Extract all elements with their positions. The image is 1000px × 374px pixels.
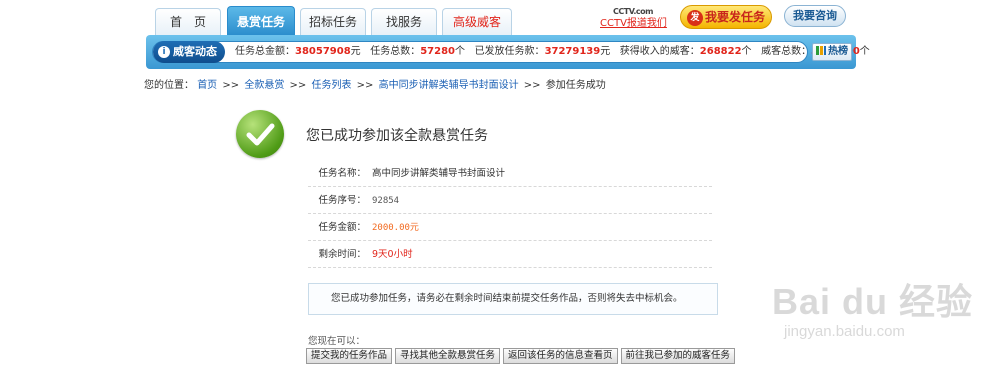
tab-home[interactable]: 首 页 [155, 8, 221, 35]
total-tasks-unit: 个 [455, 46, 466, 57]
cctv-report-link[interactable]: CCTV.com CCTV报道我们 [600, 6, 667, 31]
task-name-key: 任务名称： [318, 168, 366, 179]
breadcrumb-task-list[interactable]: 任务列表 [311, 80, 351, 91]
stats-label: i 威客动态 [153, 41, 225, 63]
paid-label: 已发放任务款： [474, 46, 545, 57]
tab-find-service[interactable]: 找服务 [371, 8, 437, 35]
post-task-button[interactable]: 发我要发任务 [680, 5, 772, 29]
witkeys-label: 威客总数： [761, 46, 812, 57]
find-other-tasks-button[interactable]: 寻找其他全款悬赏任务 [395, 348, 501, 364]
stats-label-text: 威客动态 [173, 45, 217, 58]
task-amount-key: 任务金额： [318, 222, 366, 233]
breadcrumb-separator: >> [289, 80, 307, 91]
breadcrumb-home[interactable]: 首页 [197, 80, 217, 91]
witkeys-unit: 个 [859, 46, 870, 57]
paid-unit: 元 [600, 46, 611, 57]
consult-button[interactable]: 我要咨询 [784, 5, 846, 27]
baidu-jingyan-watermark: Bai du 经验 jingyan.baidu.com [772, 282, 973, 342]
total-amount-value: 38057908 [295, 46, 351, 57]
next-steps-label: 您现在可以： [308, 336, 366, 347]
success-check-icon [236, 110, 284, 158]
success-title: 您已成功参加该全款悬赏任务 [306, 128, 488, 144]
paid-value: 37279139 [544, 46, 601, 57]
tab-reward-tasks[interactable]: 悬赏任务 [227, 6, 295, 36]
breadcrumb-prefix: 您的位置： [144, 80, 194, 91]
total-tasks-value: 57280 [420, 46, 456, 57]
total-amount-unit: 元 [350, 46, 361, 57]
breadcrumb: 您的位置： 首页 >> 全款悬赏 >> 任务列表 >> 高中同步讲解类辅导书封面… [144, 76, 606, 91]
task-amount-value: 2000.00元 [372, 223, 419, 233]
earners-unit: 个 [741, 46, 752, 57]
time-left-value: 9天0小时 [372, 249, 413, 260]
breadcrumb-separator: >> [356, 80, 374, 91]
submit-work-button[interactable]: 提交我的任务作品 [306, 348, 393, 364]
stats-bar: i 威客动态 任务总金额：38057908元 任务总数：57280个 已发放任务款… [146, 35, 870, 69]
bar-chart-icon [816, 46, 826, 55]
task-info-list: 任务名称： 高中同步讲解类辅导书封面设计 任务序号： 92854 任务金额： 2000… [308, 160, 712, 268]
task-amount-row: 任务金额： 2000.00元 [308, 214, 712, 241]
time-left-row: 剩余时间： 9天0小时 [308, 241, 712, 268]
tab-bid-tasks[interactable]: 招标任务 [300, 8, 366, 35]
stats-inner: i 威客动态 任务总金额：38057908元 任务总数：57280个 已发放任务款… [152, 41, 870, 63]
info-icon: i [158, 46, 170, 58]
breadcrumb-separator: >> [222, 80, 240, 91]
back-to-task-button[interactable]: 返回该任务的信息查看页 [503, 348, 618, 364]
earners-label: 获得收入的威客： [619, 46, 700, 57]
watermark-logo: Bai du 经验 [772, 281, 974, 322]
task-name-value: 高中同步讲解类辅导书封面设计 [372, 168, 506, 179]
stats-values: 任务总金额：38057908元 任务总数：57280个 已发放任务款：37279… [235, 42, 870, 62]
breadcrumb-separator: >> [523, 80, 541, 91]
post-task-label: 我要发任务 [704, 10, 765, 24]
hot-ranking-label: 热榜 [828, 46, 848, 57]
watermark-url: jingyan.baidu.com [784, 323, 905, 340]
task-number-row: 任务序号： 92854 [308, 187, 712, 214]
task-name-row: 任务名称： 高中同步讲解类辅导书封面设计 [308, 160, 712, 187]
total-tasks-label: 任务总数： [370, 46, 421, 57]
notice-box: 您已成功参加任务，请务必在剩余时间结束前提交任务作品，否则将失去中标机会。 [308, 283, 718, 315]
tab-senior-witkey[interactable]: 高级威客 [442, 8, 512, 35]
my-joined-tasks-button[interactable]: 前往我已参加的威客任务 [620, 348, 736, 364]
action-buttons: 提交我的任务作品 寻找其他全款悬赏任务 返回该任务的信息查看页 前往我已参加的威客任务 [306, 348, 738, 364]
total-amount-label: 任务总金额： [235, 46, 295, 57]
breadcrumb-task[interactable]: 高中同步讲解类辅导书封面设计 [379, 80, 519, 91]
earners-value: 268822 [699, 46, 742, 57]
time-left-key: 剩余时间： [318, 249, 366, 260]
post-badge-icon: 发 [686, 10, 703, 26]
breadcrumb-reward[interactable]: 全款悬赏 [244, 80, 284, 91]
cctv-report-text[interactable]: CCTV报道我们 [600, 17, 667, 31]
task-number-value: 92854 [372, 196, 400, 206]
breadcrumb-current: 参加任务成功 [545, 80, 606, 91]
hot-ranking-button[interactable]: 热榜 [812, 43, 852, 61]
task-number-key: 任务序号： [318, 195, 366, 206]
cctv-logo: CCTV.com [613, 7, 653, 16]
